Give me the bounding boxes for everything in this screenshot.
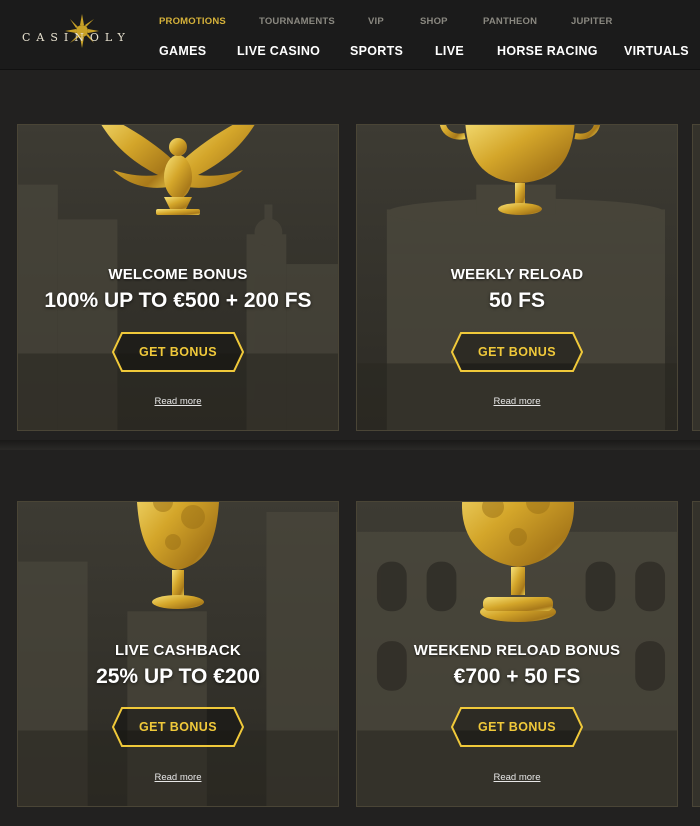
eagle-icon [101,125,255,215]
read-more-link[interactable]: Read more [18,396,338,407]
read-more-link[interactable]: Read more [357,772,677,783]
get-bonus-button[interactable]: GET BONUS [112,332,244,372]
promo-offer: 25% UP TO €200 [96,665,260,688]
get-bonus-label: GET BONUS [478,720,556,734]
get-bonus-label: GET BONUS [478,345,556,359]
nav-live-casino[interactable]: LIVE CASINO [237,44,320,58]
nav-shop[interactable]: SHOP [420,16,448,27]
nav-vip[interactable]: VIP [368,16,384,27]
nav-virtuals[interactable]: VIRTUALS [624,44,689,58]
promo-offer: 50 FS [488,289,546,312]
goblet-icon [137,502,219,609]
chalice-icon [461,502,575,622]
promo-title: WEEKLY RELOAD [450,266,584,283]
promo-offer: 100% UP TO €500 + 200 FS [44,289,312,312]
promo-card-weekend-reload: WEEKEND RELOAD BONUS €700 + 50 FS GET BO… [356,501,678,807]
promo-title: WEEKEND RELOAD BONUS [413,642,621,659]
nav-horse-racing[interactable]: HORSE RACING [497,44,598,58]
promo-title: WELCOME BONUS [108,266,248,283]
nav-games[interactable]: GAMES [159,44,206,58]
get-bonus-button[interactable]: GET BONUS [112,707,244,747]
read-more-link[interactable]: Read more [18,772,338,783]
promo-card-welcome: WELCOME BONUS 100% UP TO €500 + 200 FS G… [17,124,339,431]
promo-card-live-cashback: LIVE CASHBACK 25% UP TO €200 GET BONUS R… [17,501,339,807]
secondary-nav: PROMOTIONS TOURNAMENTS VIP SHOP PANTHEON… [0,16,700,30]
nav-pantheon[interactable]: PANTHEON [483,16,537,27]
nav-promotions[interactable]: PROMOTIONS [159,16,226,27]
read-more-link[interactable]: Read more [357,396,677,407]
promo-card-weekly-reload: WEEKLY RELOAD 50 FS GET BONUS Read more [356,124,678,431]
get-bonus-button[interactable]: GET BONUS [451,332,583,372]
next-card-edge [692,501,700,807]
nav-tournaments[interactable]: TOURNAMENTS [259,16,335,27]
get-bonus-label: GET BONUS [139,720,217,734]
nav-jupiter[interactable]: JUPITER [571,16,613,27]
nav-sports[interactable]: SPORTS [350,44,403,58]
logo-text: CASINOLY [22,31,131,44]
site-header: CASINOLY PROMOTIONS TOURNAMENTS VIP SHOP… [0,0,700,70]
promo-offer: €700 + 50 FS [453,665,581,688]
kantharos-cup-icon [440,125,600,215]
nav-live[interactable]: LIVE [435,44,464,58]
promo-title: LIVE CASHBACK [115,642,241,659]
get-bonus-label: GET BONUS [139,345,217,359]
next-card-edge [692,124,700,431]
get-bonus-button[interactable]: GET BONUS [451,707,583,747]
primary-nav: GAMES LIVE CASINO SPORTS LIVE HORSE RACI… [0,44,700,60]
row-divider [0,440,700,450]
